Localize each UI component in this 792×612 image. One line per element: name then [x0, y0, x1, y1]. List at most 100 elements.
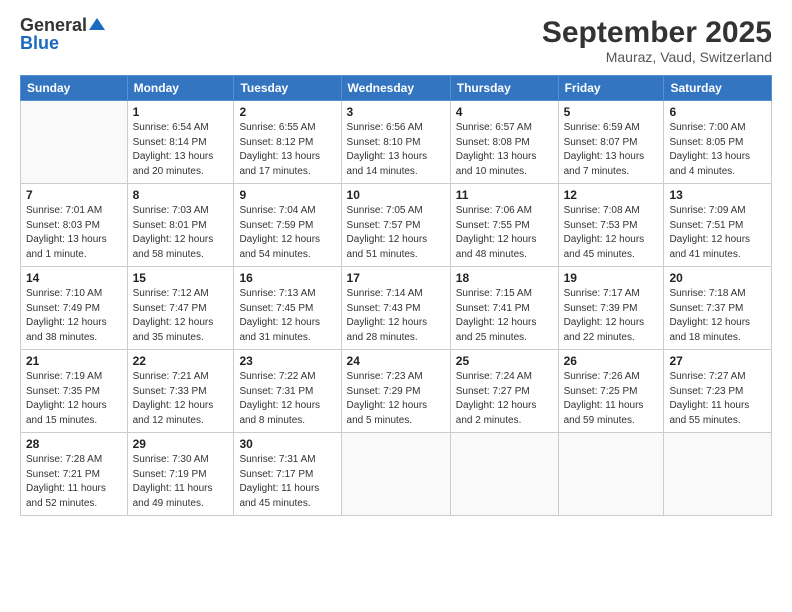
day-number: 23 [239, 354, 335, 368]
calendar-cell [450, 433, 558, 516]
day-number: 4 [456, 105, 553, 119]
day-number: 2 [239, 105, 335, 119]
calendar-cell [341, 433, 450, 516]
day-number: 14 [26, 271, 122, 285]
calendar-cell: 6 Sunrise: 7:00 AMSunset: 8:05 PMDaylight… [664, 101, 772, 184]
day-number: 10 [347, 188, 445, 202]
day-number: 12 [564, 188, 659, 202]
calendar-cell: 7 Sunrise: 7:01 AMSunset: 8:03 PMDaylight… [21, 184, 128, 267]
calendar-cell: 14Sunrise: 7:10 AMSunset: 7:49 PMDayligh… [21, 267, 128, 350]
calendar-cell: 29 Sunrise: 7:30 AMSunset: 7:19 PMDayligh… [127, 433, 234, 516]
header-friday: Friday [558, 76, 664, 101]
calendar-cell: 15 Sunrise: 7:12 AMSunset: 7:47 PMDayligh… [127, 267, 234, 350]
day-number: 22 [133, 354, 229, 368]
calendar-cell: 10 Sunrise: 7:05 AMSunset: 7:57 PMDayligh… [341, 184, 450, 267]
day-number: 7 [26, 188, 122, 202]
calendar-cell: 8 Sunrise: 7:03 AMSunset: 8:01 PMDaylight… [127, 184, 234, 267]
logo-icon [89, 16, 105, 32]
day-detail: Sunrise: 7:27 AMSunset: 7:23 PMDaylight:… [669, 370, 766, 428]
day-detail: Sunrise: 7:03 AMSunset: 8:01 PMDaylight:… [133, 204, 229, 262]
day-number: 1 [133, 105, 229, 119]
day-number: 20 [669, 271, 766, 285]
day-number: 30 [239, 437, 335, 451]
location-title: Mauraz, Vaud, Switzerland [542, 49, 772, 65]
calendar-cell: 28 Sunrise: 7:28 AMSunset: 7:21 PMDayligh… [21, 433, 128, 516]
day-number: 6 [669, 105, 766, 119]
calendar-week-row: 1 Sunrise: 6:54 AMSunset: 8:14 PMDaylight… [21, 101, 772, 184]
day-detail: Sunrise: 7:08 AMSunset: 7:53 PMDaylight:… [564, 204, 659, 262]
day-detail: Sunrise: 7:30 AMSunset: 7:19 PMDaylight:… [133, 453, 229, 511]
day-detail: Sunrise: 7:00 AMSunset: 8:05 PMDaylight:… [669, 121, 766, 179]
day-number: 19 [564, 271, 659, 285]
day-number: 21 [26, 354, 122, 368]
calendar-cell [664, 433, 772, 516]
day-detail: Sunrise: 6:54 AMSunset: 8:14 PMDaylight:… [133, 121, 229, 179]
day-detail: Sunrise: 7:01 AMSunset: 8:03 PMDaylight:… [26, 204, 122, 262]
day-number: 18 [456, 271, 553, 285]
calendar-cell: 27Sunrise: 7:27 AMSunset: 7:23 PMDayligh… [664, 350, 772, 433]
day-number: 5 [564, 105, 659, 119]
day-number: 11 [456, 188, 553, 202]
day-detail: Sunrise: 7:24 AMSunset: 7:27 PMDaylight:… [456, 370, 553, 428]
day-number: 26 [564, 354, 659, 368]
day-number: 29 [133, 437, 229, 451]
day-detail: Sunrise: 7:23 AMSunset: 7:29 PMDaylight:… [347, 370, 445, 428]
day-detail: Sunrise: 7:22 AMSunset: 7:31 PMDaylight:… [239, 370, 335, 428]
calendar-cell: 30 Sunrise: 7:31 AMSunset: 7:17 PMDayligh… [234, 433, 341, 516]
calendar-cell: 5 Sunrise: 6:59 AMSunset: 8:07 PMDaylight… [558, 101, 664, 184]
calendar-week-row: 28 Sunrise: 7:28 AMSunset: 7:21 PMDayligh… [21, 433, 772, 516]
day-detail: Sunrise: 7:15 AMSunset: 7:41 PMDaylight:… [456, 287, 553, 345]
day-detail: Sunrise: 7:28 AMSunset: 7:21 PMDaylight:… [26, 453, 122, 511]
calendar-cell: 26Sunrise: 7:26 AMSunset: 7:25 PMDayligh… [558, 350, 664, 433]
day-number: 8 [133, 188, 229, 202]
title-block: September 2025 Mauraz, Vaud, Switzerland [542, 16, 772, 65]
day-detail: Sunrise: 7:19 AMSunset: 7:35 PMDaylight:… [26, 370, 122, 428]
header-sunday: Sunday [21, 76, 128, 101]
day-detail: Sunrise: 7:06 AMSunset: 7:55 PMDaylight:… [456, 204, 553, 262]
calendar-cell: 23 Sunrise: 7:22 AMSunset: 7:31 PMDayligh… [234, 350, 341, 433]
calendar-cell: 22Sunrise: 7:21 AMSunset: 7:33 PMDayligh… [127, 350, 234, 433]
day-detail: Sunrise: 6:57 AMSunset: 8:08 PMDaylight:… [456, 121, 553, 179]
calendar-header-row: Sunday Monday Tuesday Wednesday Thursday… [21, 76, 772, 101]
header-thursday: Thursday [450, 76, 558, 101]
day-number: 9 [239, 188, 335, 202]
day-number: 24 [347, 354, 445, 368]
day-detail: Sunrise: 7:09 AMSunset: 7:51 PMDaylight:… [669, 204, 766, 262]
calendar-cell: 17Sunrise: 7:14 AMSunset: 7:43 PMDayligh… [341, 267, 450, 350]
calendar-cell: 9 Sunrise: 7:04 AMSunset: 7:59 PMDaylight… [234, 184, 341, 267]
day-detail: Sunrise: 6:55 AMSunset: 8:12 PMDaylight:… [239, 121, 335, 179]
calendar-cell: 1 Sunrise: 6:54 AMSunset: 8:14 PMDaylight… [127, 101, 234, 184]
logo: General Blue [20, 16, 105, 52]
day-detail: Sunrise: 7:05 AMSunset: 7:57 PMDaylight:… [347, 204, 445, 262]
calendar-cell [21, 101, 128, 184]
day-detail: Sunrise: 7:13 AMSunset: 7:45 PMDaylight:… [239, 287, 335, 345]
header-monday: Monday [127, 76, 234, 101]
day-number: 15 [133, 271, 229, 285]
day-detail: Sunrise: 7:12 AMSunset: 7:47 PMDaylight:… [133, 287, 229, 345]
day-detail: Sunrise: 7:04 AMSunset: 7:59 PMDaylight:… [239, 204, 335, 262]
page: General Blue September 2025 Mauraz, Vaud… [0, 0, 792, 612]
calendar-cell: 11 Sunrise: 7:06 AMSunset: 7:55 PMDayligh… [450, 184, 558, 267]
calendar-cell: 16Sunrise: 7:13 AMSunset: 7:45 PMDayligh… [234, 267, 341, 350]
calendar-cell: 20 Sunrise: 7:18 AMSunset: 7:37 PMDayligh… [664, 267, 772, 350]
calendar-week-row: 7 Sunrise: 7:01 AMSunset: 8:03 PMDaylight… [21, 184, 772, 267]
calendar-cell: 25 Sunrise: 7:24 AMSunset: 7:27 PMDayligh… [450, 350, 558, 433]
calendar-cell: 21 Sunrise: 7:19 AMSunset: 7:35 PMDayligh… [21, 350, 128, 433]
day-detail: Sunrise: 7:31 AMSunset: 7:17 PMDaylight:… [239, 453, 335, 511]
day-number: 17 [347, 271, 445, 285]
day-detail: Sunrise: 6:59 AMSunset: 8:07 PMDaylight:… [564, 121, 659, 179]
calendar-table: Sunday Monday Tuesday Wednesday Thursday… [20, 75, 772, 516]
day-detail: Sunrise: 7:18 AMSunset: 7:37 PMDaylight:… [669, 287, 766, 345]
calendar-week-row: 14Sunrise: 7:10 AMSunset: 7:49 PMDayligh… [21, 267, 772, 350]
calendar-cell [558, 433, 664, 516]
header-wednesday: Wednesday [341, 76, 450, 101]
calendar-cell: 24 Sunrise: 7:23 AMSunset: 7:29 PMDayligh… [341, 350, 450, 433]
calendar-cell: 19Sunrise: 7:17 AMSunset: 7:39 PMDayligh… [558, 267, 664, 350]
header-tuesday: Tuesday [234, 76, 341, 101]
logo-blue-text: Blue [20, 34, 59, 52]
month-title: September 2025 [542, 16, 772, 49]
day-number: 3 [347, 105, 445, 119]
calendar-cell: 12 Sunrise: 7:08 AMSunset: 7:53 PMDayligh… [558, 184, 664, 267]
day-number: 25 [456, 354, 553, 368]
day-number: 28 [26, 437, 122, 451]
